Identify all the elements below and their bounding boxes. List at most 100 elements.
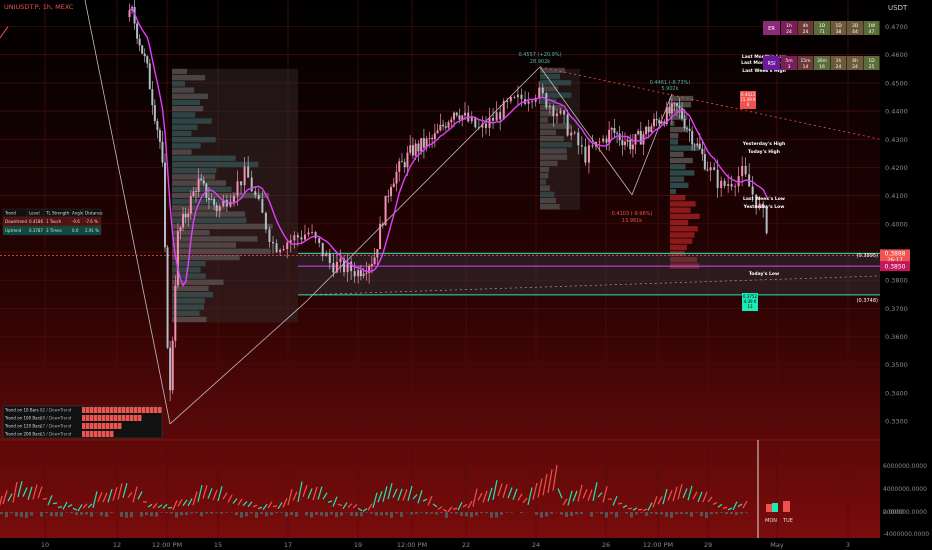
volume-neg-bar	[50, 512, 53, 517]
candle-body	[218, 206, 221, 212]
candle-body	[673, 103, 676, 105]
volume-neg-bar	[20, 512, 23, 518]
candle-body	[350, 261, 353, 272]
candle-body	[516, 94, 519, 98]
profile-bar	[172, 186, 232, 192]
candle-body	[455, 112, 458, 116]
volume-neg-bar	[235, 512, 238, 516]
trend-table-header: Distance	[85, 211, 103, 216]
price-tick-label: 0.4300	[885, 136, 908, 144]
candle-body	[148, 63, 151, 90]
candle-body	[339, 258, 342, 262]
red-box-text: 6	[747, 102, 750, 107]
profile-bar	[172, 137, 216, 143]
bars-table-block	[106, 431, 110, 437]
candle-body	[751, 186, 754, 195]
bars-table-block	[98, 407, 102, 413]
bars-table-label: Trend on 100 Bars	[4, 416, 41, 421]
volume-neg-bar	[350, 512, 353, 516]
peak-volume-label: 28.902k	[530, 59, 550, 65]
candle-body	[453, 112, 456, 120]
price-tick-label: 0.4700	[885, 23, 908, 31]
time-tick-label: 22	[462, 541, 470, 549]
volume-neg-bar	[625, 512, 628, 514]
volume-neg-bar	[200, 512, 203, 517]
profile-bar	[670, 151, 684, 158]
profile-bar	[670, 133, 679, 139]
price-tick-label: 0.3700	[885, 305, 908, 313]
volume-neg-bar	[310, 512, 313, 518]
time-tick-label: 12:00 PM	[643, 541, 673, 549]
volume-neg-bar	[705, 512, 708, 518]
time-tick-label: 29	[704, 541, 712, 549]
tf-cell-value: 16	[819, 64, 825, 70]
price-tick-label: 0.3300	[885, 418, 908, 426]
bars-table-block	[90, 423, 94, 429]
time-tick-label: 24	[532, 541, 540, 549]
candle-body	[376, 249, 379, 258]
bars-table-block	[158, 407, 162, 413]
profile-bar	[540, 135, 564, 142]
bars-table-block	[86, 431, 90, 437]
volume-neg-bar	[610, 512, 613, 514]
volume-neg-bar	[215, 512, 218, 513]
candle-body	[591, 145, 594, 147]
profile-bar	[540, 73, 560, 80]
trading-chart[interactable]: MON TUE 0.4557 (+20.9%)28.902k0.4461 (-8.…	[0, 0, 932, 550]
candle-body	[417, 143, 420, 152]
volume-neg-bar	[690, 512, 693, 517]
candle-body	[257, 195, 260, 200]
candle-body	[128, 10, 131, 18]
candle-body	[215, 204, 218, 212]
profile-bar	[172, 149, 192, 155]
candle-body	[727, 184, 730, 186]
candle-body	[296, 235, 299, 238]
candle-body	[634, 134, 637, 145]
candle-body	[153, 105, 156, 122]
candle-body	[713, 167, 716, 170]
volume-neg-bar	[565, 512, 568, 518]
candle-body	[658, 120, 661, 124]
bars-table-block	[138, 407, 142, 413]
profile-bar	[540, 142, 573, 148]
candle-body	[387, 195, 390, 197]
last-week-low-label: Last Week's Low	[743, 196, 785, 202]
bars-table-block	[146, 407, 150, 413]
profile-bar	[172, 68, 188, 75]
profile-bar	[540, 160, 558, 167]
candle-body	[691, 131, 694, 145]
candle-body	[332, 263, 335, 273]
volume-neg-bar	[430, 512, 433, 514]
symbol-header: UNIUSDT.P, 1h, MEXC	[4, 3, 74, 11]
candle-body	[723, 180, 726, 186]
candle-body	[645, 126, 648, 135]
trough-volume-label: 13.981k	[622, 218, 642, 224]
zone-top-label: (0.3895)	[857, 253, 878, 259]
candle-body	[365, 272, 368, 274]
trend-table-header: Trend	[4, 211, 16, 216]
profile-bar	[540, 185, 550, 191]
volume-neg-bar	[670, 512, 673, 518]
candle-body	[741, 165, 744, 177]
profile-bar	[670, 139, 679, 145]
time-tick-label: 12	[113, 541, 121, 549]
bars-table-value: 82 / DownTrend	[40, 408, 72, 413]
profile-bar	[172, 316, 207, 323]
tf-cell-value: 47	[869, 29, 875, 35]
time-axis-panel[interactable]	[0, 538, 880, 550]
bars-table-block	[82, 423, 86, 429]
candle-body	[187, 213, 190, 218]
candle-body	[390, 187, 393, 197]
candle-body	[492, 117, 495, 121]
volume-neg-bar	[185, 512, 188, 516]
candle-body	[639, 130, 642, 145]
candle-body	[261, 199, 264, 213]
candle-body	[268, 229, 271, 242]
current-price-text: 0.3888	[885, 250, 906, 257]
volume-neg-bar	[75, 512, 78, 516]
volume-neg-bar	[330, 512, 333, 515]
bars-table-block	[82, 431, 86, 437]
candle-body	[463, 112, 466, 116]
volume-neg-bar	[720, 512, 723, 513]
candle-body	[541, 87, 544, 94]
